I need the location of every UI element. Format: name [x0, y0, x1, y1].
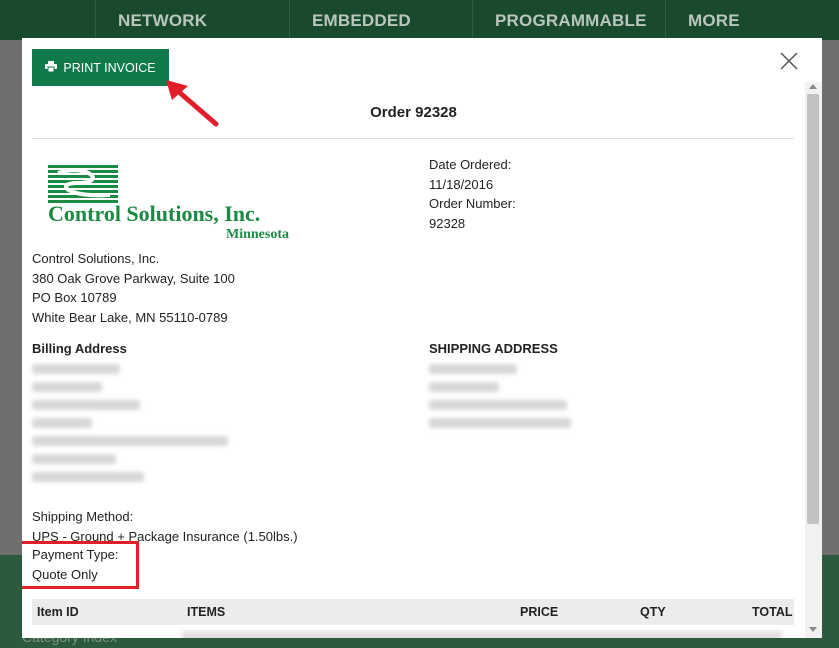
scroll-thumb[interactable]	[807, 94, 819, 524]
company-po-box: PO Box 10789	[32, 290, 117, 305]
redacted-line	[32, 418, 92, 428]
company-city: White Bear Lake, MN 55110-0789	[32, 309, 228, 325]
redacted-line	[32, 400, 140, 410]
billing-heading: Billing Address	[32, 341, 127, 356]
logo-line2: Minnesota	[226, 227, 289, 242]
shipping-method-label: Shipping Method:	[32, 509, 134, 524]
close-icon[interactable]	[779, 51, 799, 71]
redacted-line	[429, 382, 499, 392]
company-name: Control Solutions, Inc.	[32, 251, 160, 266]
printer-icon	[45, 60, 58, 75]
redacted-line	[32, 454, 116, 464]
site-top-nav: NETWORK GATEWAYS EMBEDDED SERVERS PROGRA…	[0, 0, 839, 72]
col-total: TOTAL	[752, 605, 793, 619]
modal-scrollbar[interactable]	[805, 82, 822, 638]
print-invoice-label: PRINT INVOICE	[63, 60, 156, 75]
items-table-header: Item ID ITEMS PRICE QTY TOTAL	[32, 599, 794, 625]
redacted-line	[32, 436, 228, 446]
shipping-heading: SHIPPING ADDRESS	[429, 341, 558, 356]
order-number-label: Order Number:	[429, 196, 516, 211]
invoice-modal: PRINT INVOICE Order 92328 Control Soluti…	[22, 38, 822, 638]
company-street: 380 Oak Grove Parkway, Suite 100	[32, 270, 235, 286]
order-number-value: 92328	[429, 215, 466, 231]
billing-address: Billing Address	[32, 341, 228, 482]
nav-programmable-io[interactable]: PROGRAMMABLE I/O	[472, 0, 665, 72]
col-qty: QTY	[640, 605, 666, 619]
company-address: Control Solutions, Inc. 380 Oak Grove Pa…	[32, 249, 235, 327]
nav-more[interactable]: MORE	[665, 0, 765, 40]
table-row	[182, 631, 782, 638]
header-divider	[32, 138, 794, 139]
redacted-line	[429, 400, 567, 410]
redacted-line	[32, 382, 102, 392]
redacted-line	[429, 418, 571, 428]
date-ordered-label: Date Ordered:	[429, 157, 512, 172]
nav-embedded-servers[interactable]: EMBEDDED SERVERS	[289, 0, 472, 72]
scroll-up-icon[interactable]	[809, 84, 817, 89]
order-info: Date Ordered: 11/18/2016 Order Number: 9…	[429, 155, 516, 233]
nav-network-gateways[interactable]: NETWORK GATEWAYS	[95, 0, 289, 72]
order-title: Order 92328	[370, 104, 457, 121]
company-logo: Control Solutions, Inc. Minnesota	[48, 163, 320, 248]
col-item-id: Item ID	[37, 605, 79, 619]
col-price: PRICE	[520, 605, 559, 619]
col-items: ITEMS	[187, 605, 226, 619]
redacted-line	[32, 364, 120, 374]
redacted-line	[32, 472, 144, 482]
logo-line1: Control Solutions, Inc.	[48, 201, 260, 226]
shipping-address: SHIPPING ADDRESS	[429, 341, 571, 428]
payment-highlight-box	[22, 541, 139, 589]
date-ordered-value: 11/18/2016	[429, 176, 494, 192]
redacted-line	[429, 364, 517, 374]
print-invoice-button[interactable]: PRINT INVOICE	[32, 49, 169, 86]
scroll-down-icon[interactable]	[809, 627, 817, 632]
